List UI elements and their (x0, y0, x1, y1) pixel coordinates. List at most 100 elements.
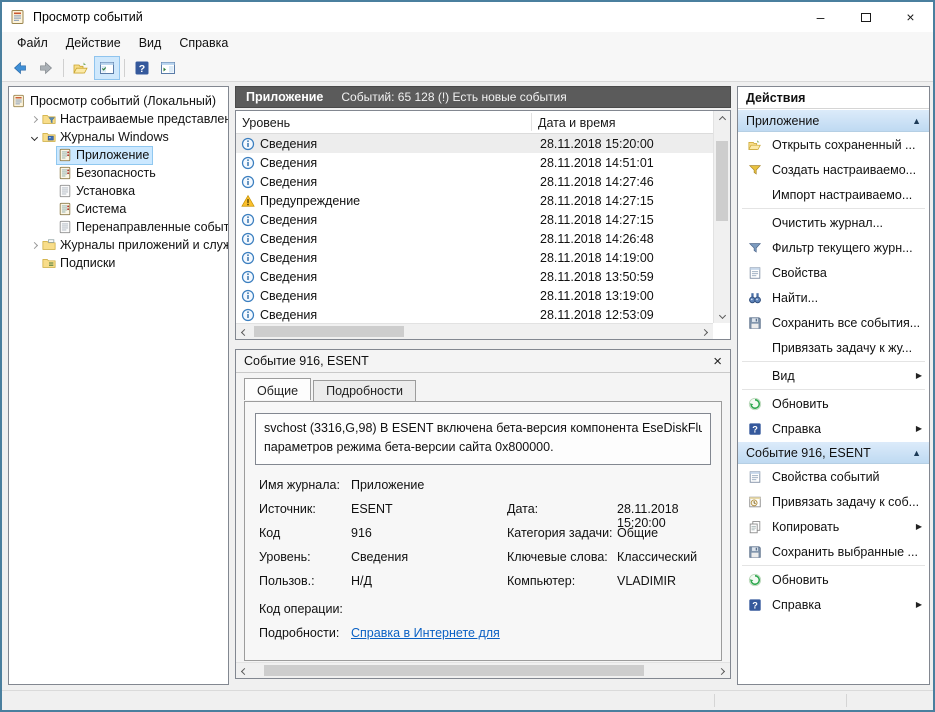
event-message-box[interactable]: svchost (3316,G,98) В ESENT включена бет… (255, 413, 711, 465)
back-button[interactable] (7, 56, 33, 80)
tree-item-4[interactable]: Безопасность (9, 164, 228, 182)
event-row[interactable]: Сведения28.11.2018 14:27:15 (236, 210, 713, 229)
tree-item-6[interactable]: Система (9, 200, 228, 218)
menu-item-Справка[interactable]: Справка (170, 34, 237, 52)
help-button[interactable]: ? (129, 56, 155, 80)
event-row[interactable]: Сведения28.11.2018 15:20:00 (236, 134, 713, 153)
action-item[interactable]: Привязать задачу к соб... (738, 489, 929, 514)
maximize-button[interactable] (843, 2, 888, 32)
actions-section-header-0[interactable]: Приложение▲ (738, 109, 929, 132)
tree-item-label: Система (76, 202, 126, 216)
event-row[interactable]: Сведения28.11.2018 12:53:09 (236, 305, 713, 323)
action-item[interactable]: Привязать задачу к жу... (738, 335, 929, 360)
event-row[interactable]: Сведения28.11.2018 14:51:01 (236, 153, 713, 172)
tree-item-5[interactable]: Установка (9, 182, 228, 200)
tree-item-2[interactable]: Журналы Windows (9, 128, 228, 146)
event-datetime: 28.11.2018 14:27:15 (532, 194, 654, 208)
action-item[interactable]: Импорт настраиваемо... (738, 182, 929, 207)
scroll-thumb[interactable] (716, 141, 728, 221)
event-message-line: параметров режима бета-версии сайта 0x80… (264, 438, 702, 457)
tab-general[interactable]: Общие (244, 378, 311, 400)
collapse-caret-icon[interactable]: ▲ (912, 116, 921, 126)
caption-buttons: – × (798, 2, 933, 32)
action-item[interactable]: Обновить (738, 391, 929, 416)
scroll-right-button[interactable] (713, 663, 730, 679)
tab-details[interactable]: Подробности (313, 380, 416, 402)
event-row[interactable]: Сведения28.11.2018 13:50:59 (236, 267, 713, 286)
collapsed-chevron-icon[interactable] (27, 117, 41, 122)
event-list-horizontal-scrollbar[interactable] (236, 323, 713, 339)
action-item[interactable]: Создать настраиваемо... (738, 157, 929, 182)
action-item[interactable]: ?Справка▶ (738, 416, 929, 441)
event-list-vertical-scrollbar[interactable] (713, 111, 730, 323)
action-item-label: Вид (772, 369, 795, 383)
details-close-button[interactable]: × (713, 354, 722, 369)
tree-item-9[interactable]: Подписки (9, 254, 228, 272)
event-datetime: 28.11.2018 14:27:15 (532, 213, 654, 227)
menu-item-Вид[interactable]: Вид (130, 34, 171, 52)
scroll-left-button[interactable] (236, 324, 253, 340)
event-datetime: 28.11.2018 12:53:09 (532, 308, 654, 322)
help-icon: ? (134, 60, 150, 76)
forward-button[interactable] (33, 56, 59, 80)
action-item[interactable]: Очистить журнал... (738, 210, 929, 235)
event-row[interactable]: Сведения28.11.2018 14:19:00 (236, 248, 713, 267)
info-icon (241, 289, 255, 303)
action-item-label: Свойства событий (772, 470, 880, 484)
event-row[interactable]: Сведения28.11.2018 13:19:00 (236, 286, 713, 305)
help-icon: ? (748, 422, 762, 436)
show-console-tree-button[interactable] (94, 56, 120, 80)
event-log-icon (58, 166, 72, 180)
svg-text:?: ? (752, 600, 758, 610)
action-pane-button[interactable] (155, 56, 181, 80)
open-saved-log-button[interactable] (68, 56, 94, 80)
scroll-left-button[interactable] (236, 663, 253, 679)
close-button[interactable]: × (888, 2, 933, 32)
tree-item-3[interactable]: Приложение (9, 146, 228, 164)
details-horizontal-scrollbar[interactable] (236, 662, 730, 678)
column-header-datetime[interactable]: Дата и время (532, 111, 712, 134)
scroll-up-button[interactable] (714, 111, 731, 127)
event-field-row: Подробности:Справка в Интернете для (245, 626, 721, 650)
action-item[interactable]: Копировать▶ (738, 514, 929, 539)
action-item[interactable]: Вид▶ (738, 363, 929, 388)
action-item[interactable]: ?Справка▶ (738, 592, 929, 617)
action-item[interactable]: Найти... (738, 285, 929, 310)
tree-item-0[interactable]: Просмотр событий (Локальный) (9, 92, 228, 110)
action-item[interactable]: Фильтр текущего журн... (738, 235, 929, 260)
field-label: Имя журнала: (259, 478, 340, 492)
action-item-label: Обновить (772, 397, 829, 411)
tree-item-1[interactable]: Настраиваемые представления (9, 110, 228, 128)
menu-item-Действие[interactable]: Действие (57, 34, 130, 52)
scroll-thumb[interactable] (264, 665, 644, 676)
action-item[interactable]: Сохранить все события... (738, 310, 929, 335)
action-item[interactable]: Свойства (738, 260, 929, 285)
minimize-button[interactable]: – (798, 2, 843, 32)
scroll-right-button[interactable] (696, 324, 713, 340)
collapse-caret-icon[interactable]: ▲ (912, 448, 921, 458)
tree-item-label: Просмотр событий (Локальный) (30, 94, 216, 108)
event-row[interactable]: Сведения28.11.2018 14:27:46 (236, 172, 713, 191)
info-icon (241, 270, 255, 284)
action-item[interactable]: Обновить (738, 567, 929, 592)
expanded-chevron-icon[interactable] (27, 135, 41, 140)
event-row[interactable]: Предупреждение28.11.2018 14:27:15 (236, 191, 713, 210)
action-item[interactable]: Сохранить выбранные ... (738, 539, 929, 564)
column-header-level[interactable]: Уровень (236, 111, 531, 134)
event-row[interactable]: Сведения28.11.2018 14:26:48 (236, 229, 713, 248)
actions-section-header-1[interactable]: Событие 916, ESENT▲ (738, 441, 929, 464)
action-item-label: Справка (772, 598, 821, 612)
find-icon (748, 291, 762, 305)
tree-item-7[interactable]: Перенаправленные события (9, 218, 228, 236)
actions-separator (742, 389, 925, 390)
scroll-down-button[interactable] (714, 307, 731, 323)
action-item[interactable]: Свойства событий (738, 464, 929, 489)
event-viewer-window: Просмотр событий – × ФайлДействиеВидСпра… (0, 0, 935, 712)
online-help-link[interactable]: Справка в Интернете для (351, 626, 500, 640)
menu-item-Файл[interactable]: Файл (8, 34, 57, 52)
action-item-label: Сохранить все события... (772, 316, 920, 330)
action-item[interactable]: Открыть сохраненный ... (738, 132, 929, 157)
tree-item-8[interactable]: Журналы приложений и служб (9, 236, 228, 254)
scroll-thumb[interactable] (254, 326, 404, 337)
collapsed-chevron-icon[interactable] (27, 243, 41, 248)
